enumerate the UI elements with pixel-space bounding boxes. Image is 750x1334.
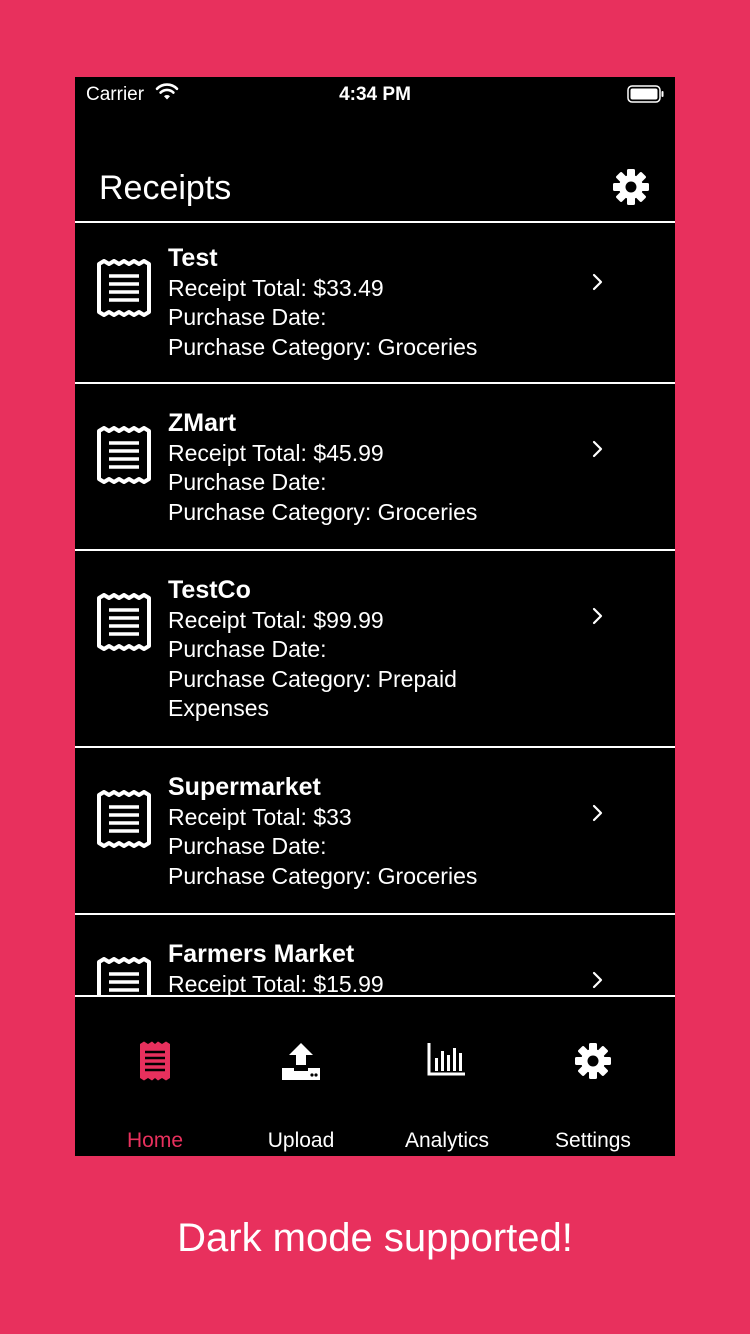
receipt-name: Farmers Market	[168, 940, 355, 968]
clock: 4:34 PM	[339, 84, 411, 105]
purchase-category: Purchase Category: Groceries	[168, 498, 478, 525]
battery-icon	[627, 85, 665, 109]
promo-caption: Dark mode supported!	[177, 1216, 573, 1260]
chevron-right-icon	[591, 273, 603, 296]
tab-label: Home	[126, 1129, 184, 1152]
receipt-total: Receipt Total: $33.49	[168, 275, 384, 301]
receipt-name: ZMart	[168, 409, 237, 437]
receipt-name: TestCo	[168, 576, 251, 604]
receipt-total: Receipt Total: $99.99	[168, 607, 384, 633]
tab-bar: Home Upload Analytics Settings	[75, 995, 675, 1156]
list-item[interactable]: Farmers Market Receipt Total: $15.99	[75, 915, 675, 997]
receipt-icon	[138, 1041, 172, 1086]
receipt-total: Receipt Total: $45.99	[168, 440, 384, 466]
purchase-date: Purchase Date:	[168, 636, 327, 663]
list-item[interactable]: Test Receipt Total: $33.49 Purchase Date…	[75, 223, 675, 384]
list-item[interactable]: Supermarket Receipt Total: $33 Purchase …	[75, 748, 675, 915]
purchase-category: Purchase Category: Prepaid Expenses	[168, 665, 457, 721]
purchase-category: Purchase Category: Groceries	[168, 862, 478, 889]
tab-label: Upload	[267, 1129, 335, 1152]
tab-home[interactable]: Home	[80, 997, 230, 1156]
receipt-details: Supermarket Receipt Total: $33 Purchase …	[168, 772, 477, 891]
tab-upload[interactable]: Upload	[226, 997, 376, 1156]
page-title: Receipts	[99, 169, 232, 207]
receipt-total: Receipt Total: $33	[168, 804, 352, 830]
status-bar: Carrier 4:34 PM	[75, 77, 675, 113]
navigation-bar: Receipts	[75, 157, 675, 221]
receipt-details: TestCo Receipt Total: $99.99 Purchase Da…	[168, 575, 498, 723]
chevron-right-icon	[591, 607, 603, 630]
gear-icon[interactable]	[611, 167, 651, 212]
receipt-icon	[96, 426, 153, 489]
analytics-icon	[427, 1041, 467, 1082]
gear-icon	[573, 1041, 613, 1086]
purchase-date: Purchase Date:	[168, 304, 327, 331]
receipt-icon	[96, 957, 153, 997]
tab-analytics[interactable]: Analytics	[372, 997, 522, 1156]
receipt-list: Test Receipt Total: $33.49 Purchase Date…	[75, 221, 675, 997]
purchase-date: Purchase Date:	[168, 469, 327, 496]
purchase-category: Purchase Category: Groceries	[168, 333, 478, 360]
receipt-details: ZMart Receipt Total: $45.99 Purchase Dat…	[168, 408, 477, 527]
chevron-right-icon	[591, 440, 603, 463]
chevron-right-icon	[591, 804, 603, 827]
purchase-date: Purchase Date:	[168, 833, 327, 860]
receipt-details: Test Receipt Total: $33.49 Purchase Date…	[168, 243, 477, 362]
receipt-name: Supermarket	[168, 773, 321, 801]
list-item[interactable]: ZMart Receipt Total: $45.99 Purchase Dat…	[75, 384, 675, 551]
receipt-name: Test	[168, 244, 218, 272]
receipt-details: Farmers Market Receipt Total: $15.99	[168, 939, 384, 997]
tab-settings[interactable]: Settings	[518, 997, 668, 1156]
tab-label: Settings	[555, 1129, 631, 1152]
receipt-icon	[96, 259, 153, 322]
tab-label: Analytics	[404, 1129, 490, 1152]
list-item[interactable]: TestCo Receipt Total: $99.99 Purchase Da…	[75, 551, 675, 748]
receipt-total: Receipt Total: $15.99	[168, 971, 384, 997]
chevron-right-icon	[591, 971, 603, 994]
receipt-icon	[96, 593, 153, 656]
phone-screen: Carrier 4:34 PM Receipts Test Receipt To…	[75, 77, 675, 1156]
receipt-icon	[96, 790, 153, 853]
upload-icon	[281, 1041, 321, 1086]
